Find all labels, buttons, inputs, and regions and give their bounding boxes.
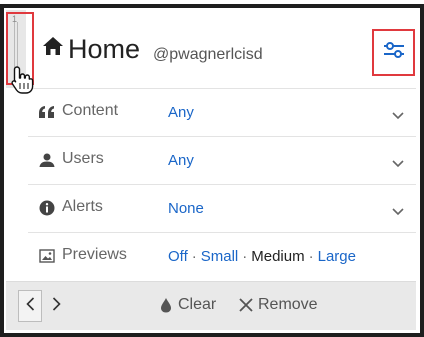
column-footer: Clear Remove (6, 281, 416, 330)
option-separator: · (191, 248, 197, 265)
column-header: Home @pwagnerlcisd (28, 12, 416, 88)
column-settings-button[interactable] (372, 29, 415, 76)
filter-label-alerts: Alerts (62, 198, 103, 215)
preview-option-off[interactable]: Off (168, 248, 188, 265)
droplet-icon (160, 297, 172, 313)
remove-label: Remove (258, 296, 318, 313)
user-icon (38, 151, 56, 169)
hand-cursor-icon (10, 65, 36, 100)
preview-size-options: Off · Small · Medium · Large (168, 248, 356, 265)
filter-row-alerts[interactable]: Alerts None (28, 184, 416, 232)
column-username: @pwagnerlcisd (153, 46, 263, 63)
preview-option-medium[interactable]: Medium (251, 248, 304, 265)
clear-column-button[interactable]: Clear (160, 296, 216, 314)
column-filters: Content Any Users Any Alerts None Previe… (28, 88, 416, 280)
filter-label-content: Content (62, 102, 119, 119)
move-column-left-button[interactable] (18, 290, 42, 322)
column-panel: 1 Home @pwagnerlcisd Content Any Users A… (0, 0, 424, 337)
quote-icon (38, 103, 56, 121)
remove-column-button[interactable]: Remove (238, 296, 318, 314)
filter-label-previews: Previews (62, 246, 127, 263)
preview-option-small[interactable]: Small (201, 248, 239, 265)
filter-row-content[interactable]: Content Any (28, 88, 416, 136)
chevron-down-icon[interactable] (392, 203, 404, 221)
column-title: Home (68, 34, 141, 64)
chevron-down-icon[interactable] (392, 155, 404, 173)
filter-value-content[interactable]: Any (168, 104, 194, 121)
chevron-down-icon[interactable] (392, 107, 404, 125)
image-icon (38, 247, 56, 265)
sliders-icon (382, 39, 406, 66)
home-icon (42, 36, 64, 61)
close-icon (238, 297, 254, 313)
info-icon (38, 199, 56, 217)
option-separator: · (242, 248, 248, 265)
option-separator: · (308, 248, 314, 265)
preview-option-large[interactable]: Large (318, 248, 356, 265)
filter-value-alerts[interactable]: None (168, 200, 204, 217)
filter-row-previews: Previews Off · Small · Medium · Large (28, 232, 416, 280)
chevron-left-icon (25, 296, 35, 316)
move-column-right-button[interactable] (44, 290, 68, 322)
filter-value-users[interactable]: Any (168, 152, 194, 169)
filter-label-users: Users (62, 150, 104, 167)
filter-row-users[interactable]: Users Any (28, 136, 416, 184)
chevron-right-icon (52, 296, 61, 316)
clear-label: Clear (178, 296, 217, 313)
